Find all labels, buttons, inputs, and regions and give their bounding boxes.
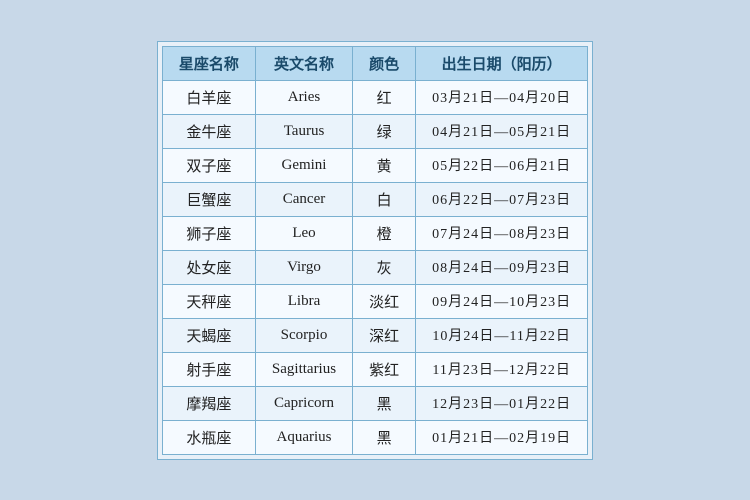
cell-color: 红 [353,80,416,114]
cell-chinese-name: 水瓶座 [162,420,255,454]
table-row: 巨蟹座Cancer白06月22日—07月23日 [162,182,587,216]
cell-color: 紫红 [353,352,416,386]
cell-english-name: Taurus [255,114,352,148]
zodiac-table: 星座名称 英文名称 颜色 出生日期（阳历） 白羊座Aries红03月21日—04… [162,46,588,455]
table-row: 狮子座Leo橙07月24日—08月23日 [162,216,587,250]
cell-chinese-name: 狮子座 [162,216,255,250]
cell-dates: 03月21日—04月20日 [416,80,588,114]
cell-english-name: Capricorn [255,386,352,420]
header-chinese-name: 星座名称 [162,46,255,80]
cell-dates: 04月21日—05月21日 [416,114,588,148]
cell-chinese-name: 天秤座 [162,284,255,318]
cell-dates: 09月24日—10月23日 [416,284,588,318]
cell-dates: 07月24日—08月23日 [416,216,588,250]
cell-chinese-name: 金牛座 [162,114,255,148]
cell-chinese-name: 摩羯座 [162,386,255,420]
cell-color: 黄 [353,148,416,182]
table-row: 白羊座Aries红03月21日—04月20日 [162,80,587,114]
cell-color: 橙 [353,216,416,250]
header-dates: 出生日期（阳历） [416,46,588,80]
cell-chinese-name: 天蝎座 [162,318,255,352]
table-row: 金牛座Taurus绿04月21日—05月21日 [162,114,587,148]
cell-chinese-name: 处女座 [162,250,255,284]
table-row: 摩羯座Capricorn黑12月23日—01月22日 [162,386,587,420]
zodiac-table-container: 星座名称 英文名称 颜色 出生日期（阳历） 白羊座Aries红03月21日—04… [157,41,593,460]
table-row: 处女座Virgo灰08月24日—09月23日 [162,250,587,284]
header-color: 颜色 [353,46,416,80]
cell-chinese-name: 白羊座 [162,80,255,114]
cell-chinese-name: 巨蟹座 [162,182,255,216]
cell-color: 黑 [353,420,416,454]
table-row: 双子座Gemini黄05月22日—06月21日 [162,148,587,182]
cell-dates: 01月21日—02月19日 [416,420,588,454]
table-row: 水瓶座Aquarius黑01月21日—02月19日 [162,420,587,454]
cell-dates: 10月24日—11月22日 [416,318,588,352]
cell-english-name: Sagittarius [255,352,352,386]
cell-english-name: Virgo [255,250,352,284]
cell-english-name: Aries [255,80,352,114]
cell-english-name: Leo [255,216,352,250]
cell-english-name: Aquarius [255,420,352,454]
cell-dates: 08月24日—09月23日 [416,250,588,284]
cell-dates: 05月22日—06月21日 [416,148,588,182]
table-row: 天蝎座Scorpio深红10月24日—11月22日 [162,318,587,352]
table-row: 射手座Sagittarius紫红11月23日—12月22日 [162,352,587,386]
cell-color: 黑 [353,386,416,420]
cell-chinese-name: 射手座 [162,352,255,386]
cell-color: 灰 [353,250,416,284]
cell-chinese-name: 双子座 [162,148,255,182]
cell-dates: 12月23日—01月22日 [416,386,588,420]
table-row: 天秤座Libra淡红09月24日—10月23日 [162,284,587,318]
cell-color: 绿 [353,114,416,148]
cell-color: 深红 [353,318,416,352]
cell-english-name: Cancer [255,182,352,216]
cell-dates: 11月23日—12月22日 [416,352,588,386]
cell-color: 淡红 [353,284,416,318]
cell-english-name: Libra [255,284,352,318]
cell-english-name: Gemini [255,148,352,182]
header-english-name: 英文名称 [255,46,352,80]
cell-color: 白 [353,182,416,216]
table-header-row: 星座名称 英文名称 颜色 出生日期（阳历） [162,46,587,80]
cell-english-name: Scorpio [255,318,352,352]
cell-dates: 06月22日—07月23日 [416,182,588,216]
